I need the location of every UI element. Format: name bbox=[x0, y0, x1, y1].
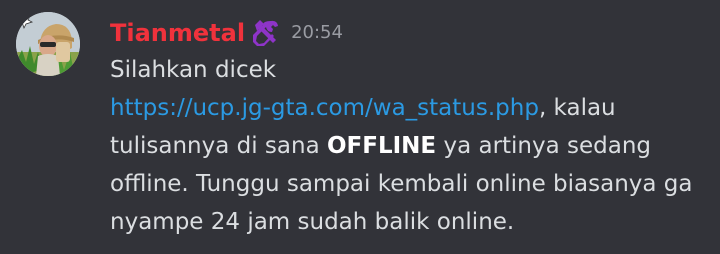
message-text: tulisannya di sana bbox=[110, 133, 327, 159]
offline-bold-text: OFFLINE bbox=[326, 133, 437, 159]
message-text: ya artinya sedang bbox=[436, 133, 652, 159]
message-line-2: https://ucp.jg-gta.com/wa_status.php, ka… bbox=[110, 89, 710, 127]
username[interactable]: Tianmetal bbox=[110, 19, 245, 47]
message-line-4: offline. Tunggu sampai kembali online bi… bbox=[110, 171, 693, 197]
status-link[interactable]: https://ucp.jg-gta.com/wa_status.php bbox=[110, 95, 539, 121]
message-text: , kalau bbox=[538, 95, 616, 121]
hammer-wrench-icon[interactable] bbox=[251, 18, 281, 48]
message-line-1: Silahkan dicek bbox=[110, 57, 277, 83]
avatar-image bbox=[16, 12, 80, 76]
chat-message: Tianmetal 20:54 Silahkan dicek https://u… bbox=[0, 0, 720, 254]
avatar[interactable] bbox=[16, 12, 80, 76]
message-timestamp[interactable]: 20:54 bbox=[291, 16, 343, 50]
message-line-3: tulisannya di sana OFFLINE ya artinya se… bbox=[110, 127, 710, 165]
message-line-5: nyampe 24 jam sudah balik online. bbox=[110, 209, 515, 235]
message-content: Silahkan dicek https://ucp.jg-gta.com/wa… bbox=[110, 51, 710, 241]
message-header: Tianmetal 20:54 bbox=[110, 16, 343, 50]
